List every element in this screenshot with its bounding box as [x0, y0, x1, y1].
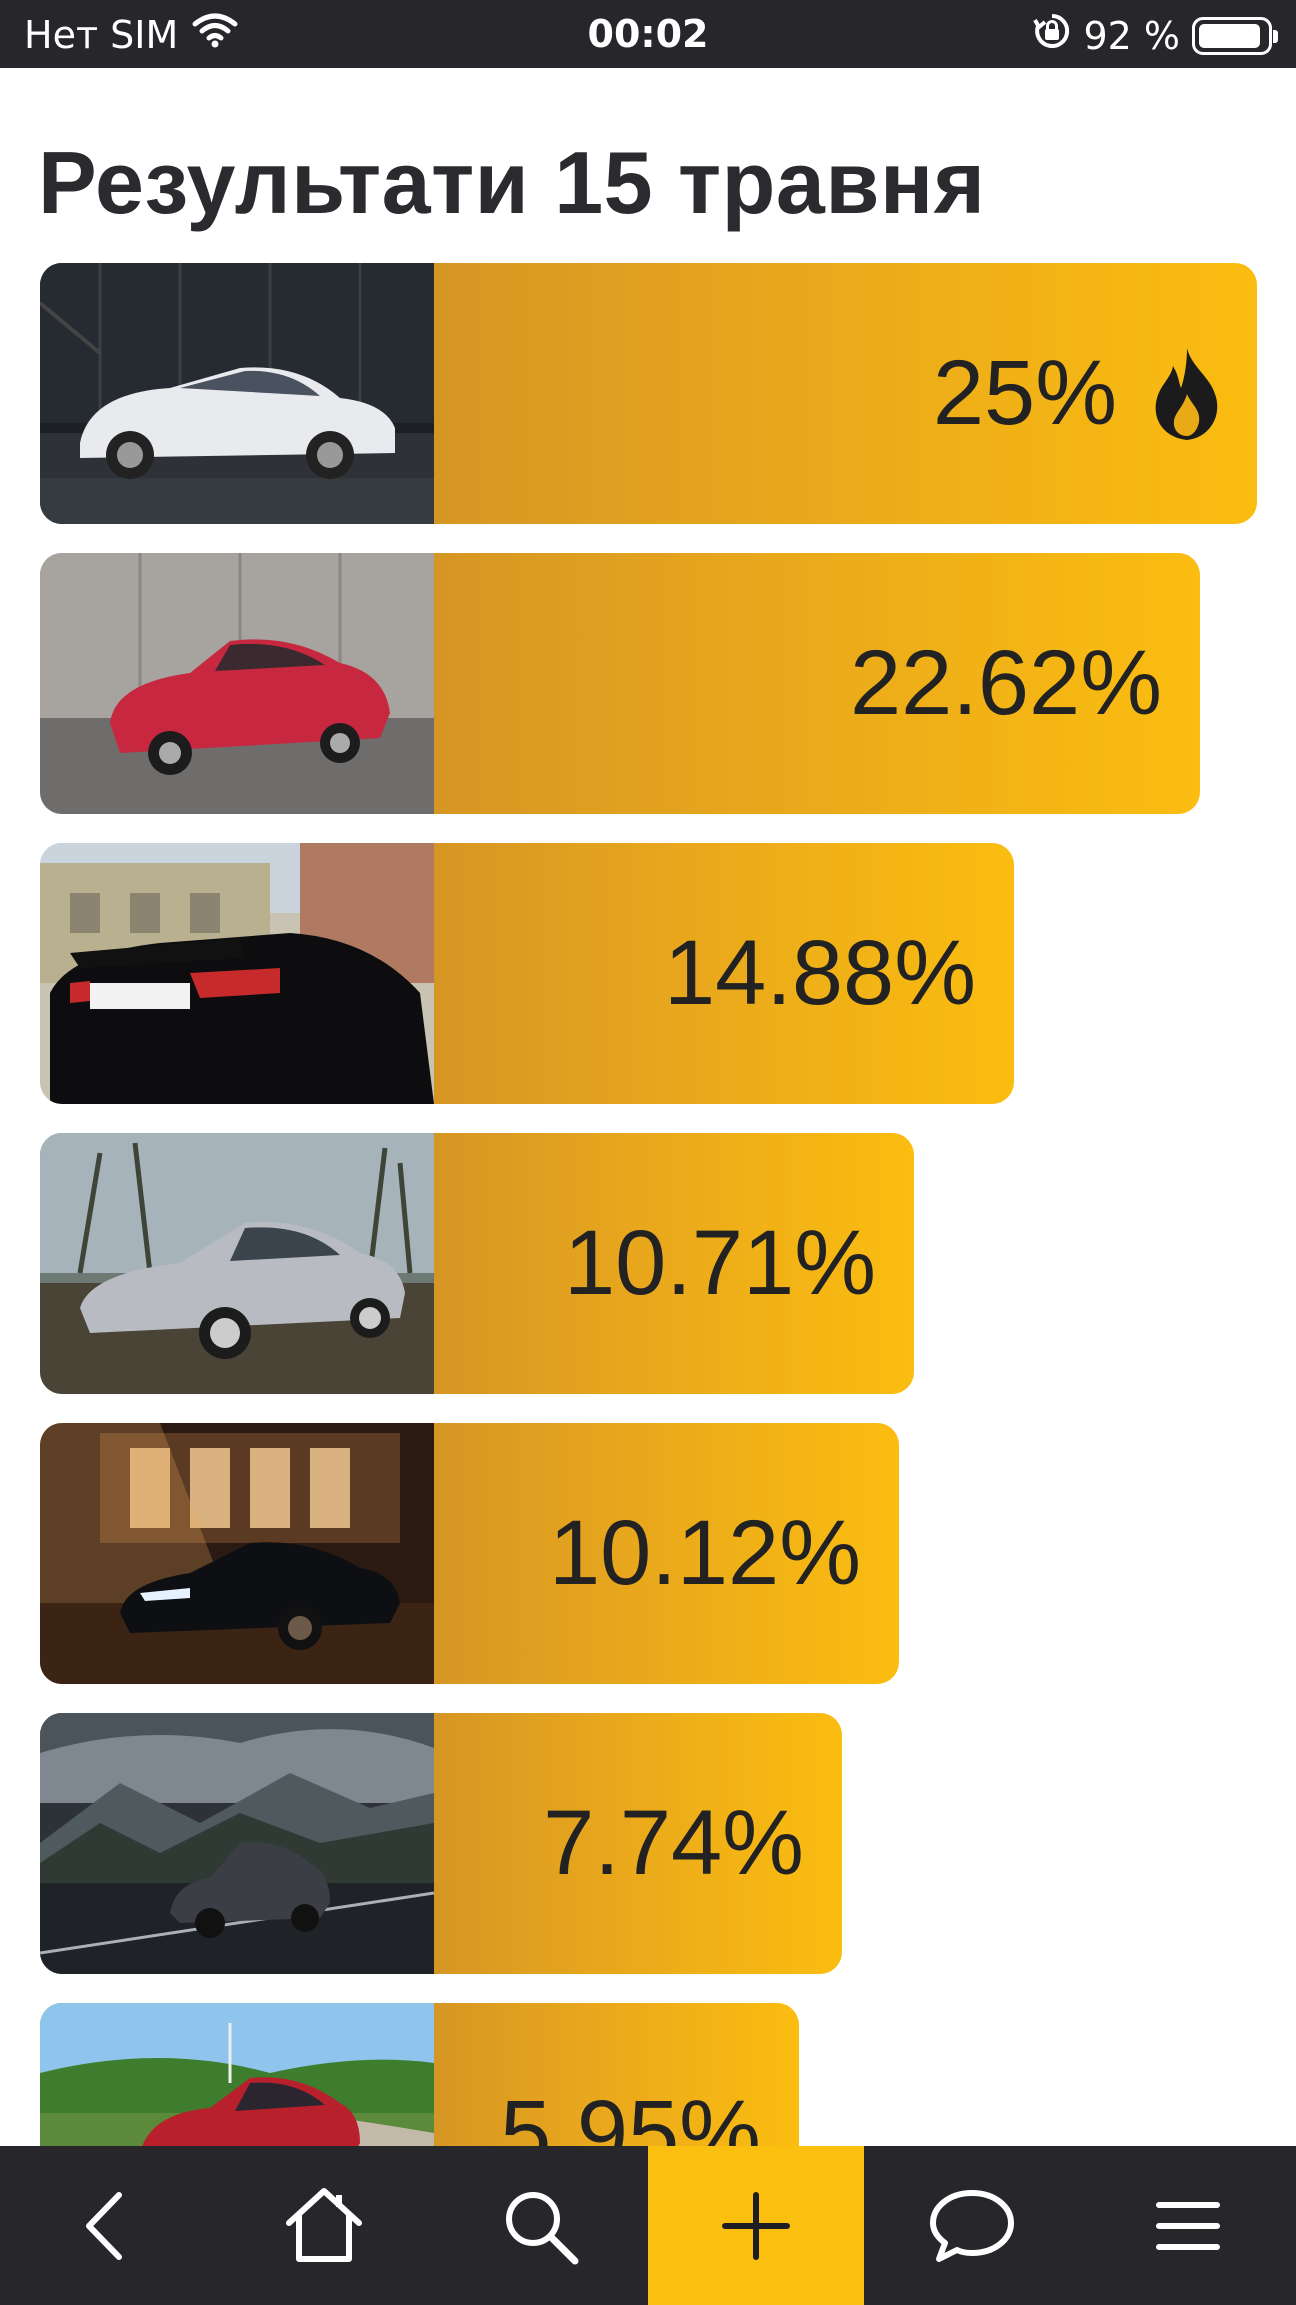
menu-icon — [1156, 2201, 1220, 2250]
result-row[interactable]: 10.71% — [40, 1133, 914, 1394]
silver-sedan-photo — [40, 1133, 434, 1394]
page-title: Результати 15 травня — [38, 133, 986, 232]
result-percent: 25% — [932, 342, 1117, 444]
result-bar: 22.62% — [434, 553, 1200, 814]
result-bar: 7.74% — [434, 1713, 842, 1974]
status-bar: Нет SIM 00:02 92 % — [0, 0, 1296, 68]
result-percent: 14.88% — [663, 922, 976, 1024]
home-icon — [286, 2187, 362, 2262]
car-photo — [40, 1423, 434, 1684]
plus-icon — [722, 2191, 790, 2260]
chat-icon — [930, 2189, 1014, 2262]
search-button[interactable] — [432, 2146, 648, 2305]
result-percent: 22.62% — [849, 632, 1162, 734]
car-photo — [40, 2003, 434, 2146]
result-bar: 10.12% — [434, 1423, 899, 1684]
result-row[interactable]: 22.62% — [40, 553, 1200, 814]
chat-button[interactable] — [864, 2146, 1080, 2305]
carrier-label: Нет SIM — [24, 12, 179, 57]
home-button[interactable] — [216, 2146, 432, 2305]
car-photo — [40, 1133, 434, 1394]
status-right: 92 % — [1033, 12, 1278, 59]
result-percent: 5.95% — [500, 2082, 761, 2146]
rotation-lock-icon — [1033, 12, 1071, 59]
back-button[interactable] — [0, 2146, 216, 2305]
wifi-icon — [192, 12, 238, 57]
result-bar: 10.71% — [434, 1133, 914, 1394]
car-photo — [40, 843, 434, 1104]
car-photo — [40, 263, 434, 524]
result-percent: 10.71% — [563, 1212, 876, 1314]
fire-icon — [1155, 347, 1218, 440]
car-photo — [40, 553, 434, 814]
search-icon — [506, 2191, 579, 2264]
back-icon — [86, 2191, 122, 2260]
white-sedan-photo — [40, 263, 434, 524]
result-bar: 14.88% — [434, 843, 1014, 1104]
results-list: 25% 22.62% 14.88% 10.71% 10.12% 7.74% 5.… — [40, 263, 1257, 2146]
black-sedan-garage-photo — [40, 1423, 434, 1684]
add-button[interactable] — [648, 2146, 864, 2305]
status-left: Нет SIM — [24, 12, 238, 57]
black-sedan-rear-photo — [40, 843, 434, 1104]
red-coupe-photo — [40, 553, 434, 814]
results-page: Нет SIM 00:02 92 % Результати 15 травня … — [0, 0, 1296, 2305]
car-photo — [40, 1713, 434, 1974]
battery-fill — [1199, 23, 1260, 48]
red-hatchback-field-photo — [40, 2003, 434, 2146]
bottom-nav — [0, 2146, 1296, 2305]
result-bar: 25% — [434, 263, 1257, 524]
battery-label: 92 % — [1083, 13, 1180, 58]
result-row[interactable]: 10.12% — [40, 1423, 899, 1684]
result-row[interactable]: 14.88% — [40, 843, 1014, 1104]
result-row[interactable]: 25% — [40, 263, 1257, 524]
result-percent: 7.74% — [543, 1792, 804, 1894]
menu-button[interactable] — [1080, 2146, 1296, 2305]
result-row[interactable]: 5.95% — [40, 2003, 799, 2146]
battery-icon — [1192, 16, 1278, 55]
result-percent: 10.12% — [548, 1502, 861, 1604]
result-row[interactable]: 7.74% — [40, 1713, 842, 1974]
result-bar: 5.95% — [434, 2003, 799, 2146]
grey-hatchback-mountains-photo — [40, 1713, 434, 1974]
